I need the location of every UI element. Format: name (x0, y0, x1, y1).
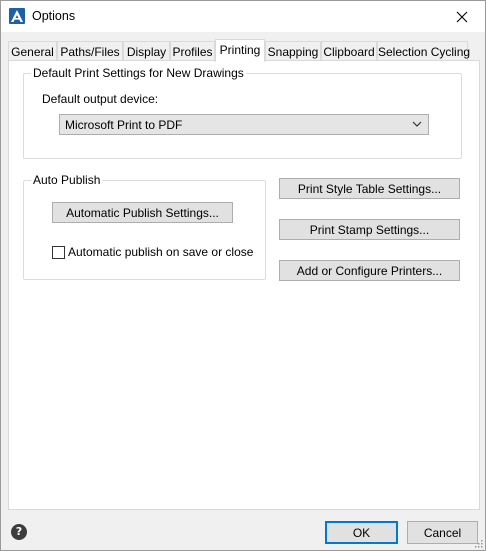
print-style-table-settings-button[interactable]: Print Style Table Settings... (279, 178, 460, 199)
title-bar: Options (1, 1, 485, 32)
chevron-down-icon (412, 121, 422, 127)
output-device-label: Default output device: (42, 92, 159, 106)
tab-general[interactable]: General (8, 41, 57, 61)
tab-profiles[interactable]: Profiles (170, 41, 215, 61)
default-print-settings-title: Default Print Settings for New Drawings (31, 66, 246, 80)
tab-paths-files[interactable]: Paths/Files (57, 41, 123, 61)
printing-panel: Default Print Settings for New Drawings … (8, 60, 480, 510)
print-stamp-settings-button[interactable]: Print Stamp Settings... (279, 219, 460, 240)
output-device-select[interactable]: Microsoft Print to PDF (59, 114, 429, 135)
cancel-button[interactable]: Cancel (407, 521, 478, 544)
tab-printing[interactable]: Printing (215, 39, 265, 62)
tab-snapping[interactable]: Snapping (265, 41, 321, 61)
automatic-publish-settings-button[interactable]: Automatic Publish Settings... (52, 202, 233, 223)
output-device-value: Microsoft Print to PDF (65, 118, 183, 132)
close-button[interactable] (439, 1, 485, 32)
add-configure-printers-button[interactable]: Add or Configure Printers... (279, 260, 460, 281)
auto-publish-group: Auto Publish Automatic Publish Settings.… (23, 173, 266, 280)
app-logo-icon (9, 8, 25, 24)
tab-clipboard[interactable]: Clipboard (321, 41, 377, 61)
close-icon (456, 11, 468, 22)
resize-grip-icon[interactable] (473, 538, 483, 548)
window-title: Options (32, 9, 76, 23)
options-dialog: Options General Paths/Files Display Prof… (0, 0, 486, 551)
auto-publish-checkbox-label: Automatic publish on save or close (68, 245, 254, 259)
auto-publish-checkbox[interactable] (52, 246, 65, 259)
tab-selection-cycling[interactable]: Selection Cycling (377, 41, 470, 61)
default-print-settings-group: Default Print Settings for New Drawings … (23, 66, 462, 159)
auto-publish-title: Auto Publish (31, 173, 103, 187)
ok-button[interactable]: OK (325, 521, 398, 544)
help-icon[interactable]: ? (11, 524, 27, 540)
tab-strip: General Paths/Files Display Profiles Pri… (8, 39, 480, 62)
tab-display[interactable]: Display (123, 41, 170, 61)
